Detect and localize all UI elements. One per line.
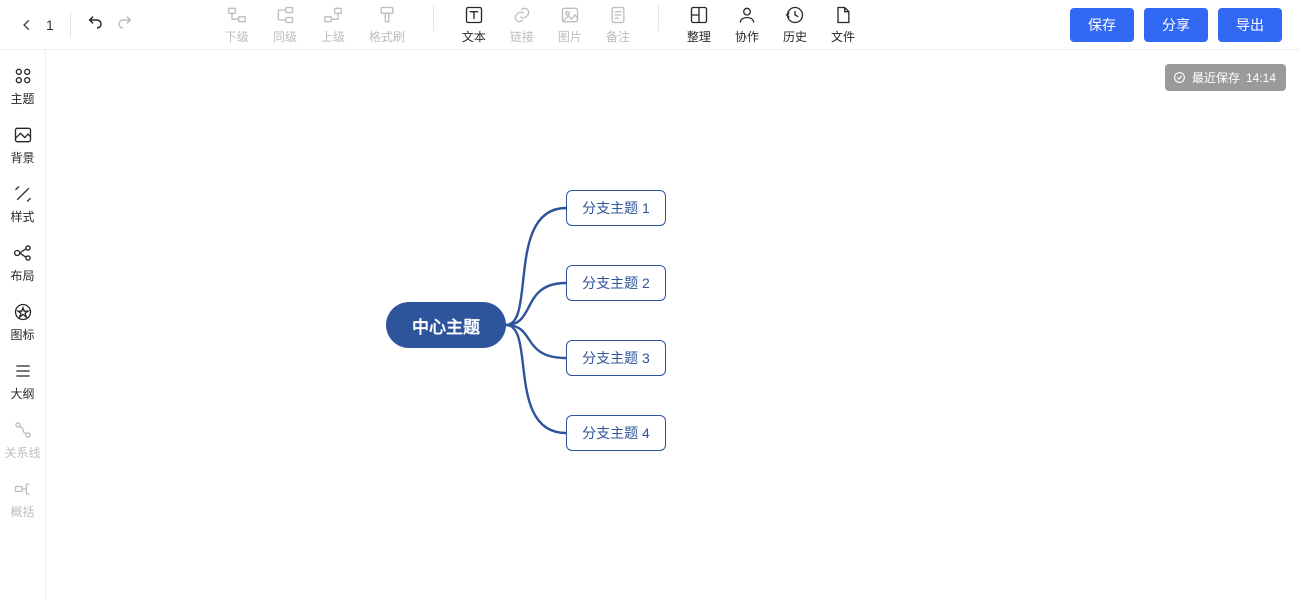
sidebar-item-background[interactable]: 背景 [0, 125, 45, 166]
star-circle-icon [13, 302, 33, 322]
chevron-left-icon [20, 18, 34, 32]
tool-history[interactable]: 历史 [771, 5, 819, 45]
grid-icon [13, 66, 33, 86]
relation-icon [13, 420, 33, 440]
background-icon [13, 125, 33, 145]
sidebar-item-style[interactable]: 样式 [0, 184, 45, 225]
sidebar-item-summary[interactable]: 概括 [0, 479, 45, 520]
tool-collab[interactable]: 协作 [723, 5, 771, 45]
sidebar-item-relation[interactable]: 关系线 [0, 420, 45, 461]
left-sidebar: 主题 背景 样式 布局 图标 大纲 关系线 概括 [0, 50, 46, 600]
branch-node[interactable]: 分支主题 4 [566, 415, 666, 451]
text-icon [464, 5, 484, 25]
history-icon [785, 5, 805, 25]
child-icon [227, 5, 247, 25]
tool-file[interactable]: 文件 [819, 5, 867, 45]
divider [658, 5, 659, 31]
tool-link[interactable]: 链接 [498, 5, 546, 45]
last-saved-badge: 最近保存 14:14 [1165, 64, 1286, 91]
list-icon [13, 361, 33, 381]
arrange-icon [689, 5, 709, 25]
tool-sibling[interactable]: 同级 [261, 5, 309, 45]
branch-node[interactable]: 分支主题 1 [566, 190, 666, 226]
top-toolbar: 1 下级 同级 上级 格式刷 文本 链接 [0, 0, 1300, 50]
tool-format-brush[interactable]: 格式刷 [357, 5, 417, 45]
sidebar-item-layout[interactable]: 布局 [0, 243, 45, 284]
collab-icon [737, 5, 757, 25]
divider [433, 5, 434, 31]
branch-node[interactable]: 分支主题 2 [566, 265, 666, 301]
share-button[interactable]: 分享 [1144, 8, 1208, 42]
back-button[interactable] [14, 18, 40, 32]
toolbar-group: 下级 同级 上级 格式刷 文本 链接 图片 备注 [213, 5, 867, 45]
check-circle-icon [1173, 71, 1186, 84]
tool-note[interactable]: 备注 [594, 5, 642, 45]
tool-image[interactable]: 图片 [546, 5, 594, 45]
layout-icon [13, 243, 33, 263]
center-node[interactable]: 中心主题 [386, 302, 506, 348]
undo-button[interactable] [87, 14, 103, 35]
tool-arrange[interactable]: 整理 [675, 5, 723, 45]
link-icon [512, 5, 532, 25]
undo-icon [87, 14, 103, 30]
branch-node[interactable]: 分支主题 3 [566, 340, 666, 376]
tool-text[interactable]: 文本 [450, 5, 498, 45]
format-brush-icon [377, 5, 397, 25]
last-saved-time: 14:14 [1246, 71, 1276, 85]
magic-icon [13, 184, 33, 204]
tool-child[interactable]: 下级 [213, 5, 261, 45]
note-icon [608, 5, 628, 25]
redo-icon [117, 14, 133, 30]
save-button[interactable]: 保存 [1070, 8, 1134, 42]
tool-parent[interactable]: 上级 [309, 5, 357, 45]
sidebar-item-outline[interactable]: 大纲 [0, 361, 45, 402]
mindmap: 中心主题 分支主题 1 分支主题 2 分支主题 3 分支主题 4 [326, 170, 826, 510]
canvas[interactable]: 最近保存 14:14 中心主题 分支主题 1 分支主题 2 分支主题 3 分支主… [46, 50, 1300, 600]
export-button[interactable]: 导出 [1218, 8, 1282, 42]
summary-icon [13, 479, 33, 499]
sidebar-item-icons[interactable]: 图标 [0, 302, 45, 343]
divider [70, 12, 71, 38]
last-saved-prefix: 最近保存 [1192, 69, 1240, 86]
sibling-icon [275, 5, 295, 25]
image-icon [560, 5, 580, 25]
page-number: 1 [46, 17, 54, 33]
sidebar-item-theme[interactable]: 主题 [0, 66, 45, 107]
parent-icon [323, 5, 343, 25]
redo-button[interactable] [117, 14, 133, 35]
file-icon [833, 5, 853, 25]
primary-actions: 保存 分享 导出 [1070, 8, 1286, 42]
